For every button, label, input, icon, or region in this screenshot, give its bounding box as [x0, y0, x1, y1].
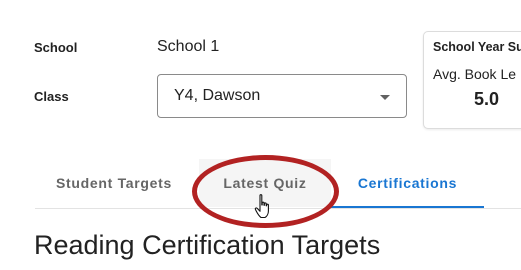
chevron-down-icon: [380, 95, 390, 100]
summary-metric-value: 5.0: [474, 89, 500, 109]
class-select-value: Y4, Dawson: [174, 87, 261, 104]
section-heading: Reading Certification Targets: [34, 230, 381, 260]
school-value: School 1: [157, 38, 220, 55]
hand-pointer-cursor-icon: [254, 194, 269, 219]
page: School School 1 Class Y4, Dawson School …: [0, 0, 521, 270]
class-select[interactable]: Y4, Dawson: [157, 74, 407, 118]
school-year-summary-card: School Year Su Avg. Book Le 5.0: [423, 31, 521, 129]
summary-metric-label: Avg. Book Le: [433, 66, 517, 82]
active-tab-indicator: [331, 206, 484, 208]
school-label: School: [34, 40, 78, 55]
tab-certifications[interactable]: Certifications: [331, 159, 484, 207]
summary-title: School Year Su: [433, 40, 521, 54]
tab-student-targets[interactable]: Student Targets: [35, 159, 193, 207]
tab-bar: Student Targets Latest Quiz Certificatio…: [35, 159, 521, 209]
class-label: Class: [34, 89, 69, 104]
